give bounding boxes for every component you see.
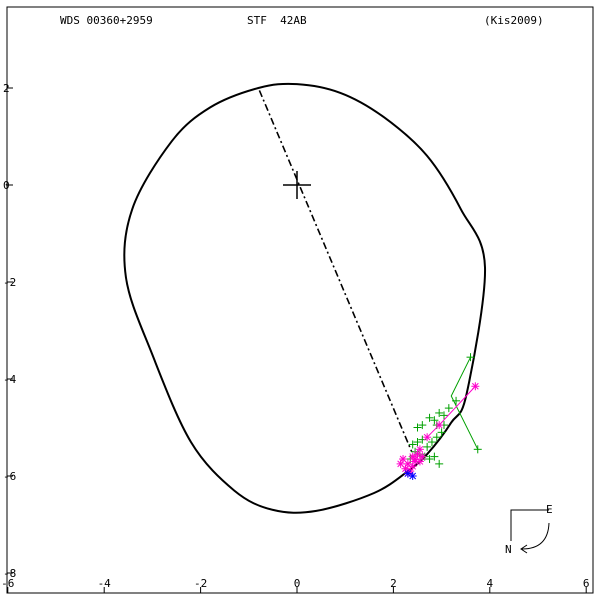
y-tick-label: 2 (3, 82, 10, 95)
y-tick-label: -4 (3, 373, 17, 386)
x-tick-label: -2 (194, 577, 207, 590)
y-tick-label: -8 (3, 567, 16, 580)
y-tick-label: 0 (3, 179, 10, 192)
x-tick-label: 6 (583, 577, 590, 590)
compass-east-label: E (546, 503, 553, 516)
orbit-plot: -6 -4 -2 0 2 4 620-2-4-6-8 E N (1, 6, 594, 594)
x-tick-label: -4 (98, 577, 112, 590)
x-tick-label: 4 (486, 577, 493, 590)
x-tick-label: 2 (390, 577, 397, 590)
y-tick-label: -2 (3, 276, 16, 289)
compass: E N (505, 503, 553, 556)
y-tick-label: -6 (3, 470, 16, 483)
line-of-nodes (258, 90, 413, 453)
primary-star-cross (283, 171, 311, 199)
compass-bracket (510, 509, 549, 541)
plot-frame (6, 6, 594, 594)
orbit-ellipse (123, 82, 487, 514)
axis-ticks: -6 -4 -2 0 2 4 620-2-4-6-8 (1, 82, 590, 593)
compass-north-label: N (505, 543, 512, 556)
x-tick-label: 0 (294, 577, 301, 590)
